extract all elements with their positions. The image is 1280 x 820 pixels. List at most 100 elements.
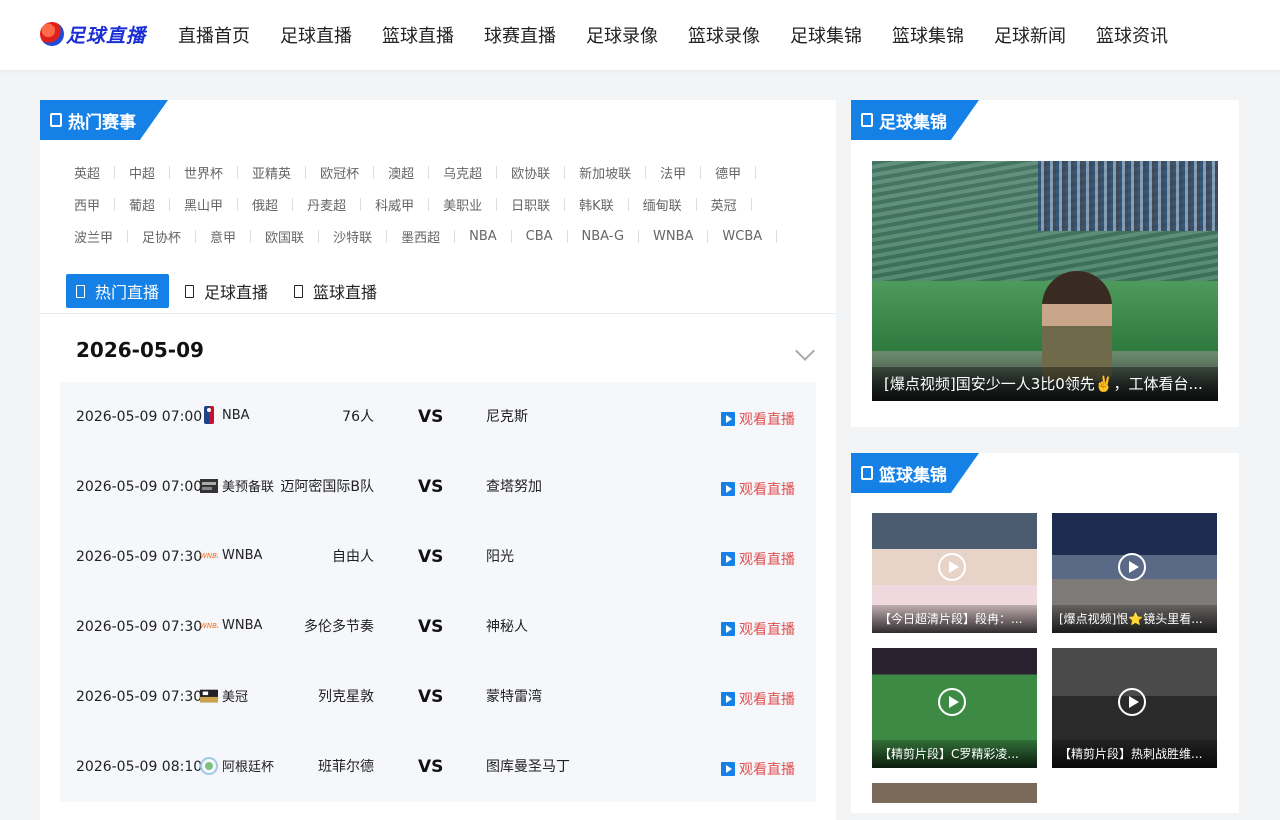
usl-badge-icon bbox=[200, 687, 218, 705]
nav-item-basketball-news[interactable]: 篮球资讯 bbox=[1096, 22, 1168, 48]
nav-item-football-highlights[interactable]: 足球集锦 bbox=[790, 22, 862, 48]
football-highlights-panel: 足球集锦 [爆点视频]国安少一人3比0领先✌️，工体看台... bbox=[851, 100, 1239, 427]
tab-hot-live[interactable]: 热门直播 bbox=[66, 274, 170, 308]
separator bbox=[237, 197, 239, 211]
watch-live-link[interactable]: 观看直播 bbox=[721, 619, 795, 639]
league-link[interactable]: 丹麦超 bbox=[307, 195, 375, 214]
league-link[interactable]: 法甲 bbox=[660, 163, 715, 182]
league-link[interactable]: 日职联 bbox=[511, 195, 579, 214]
league-link[interactable]: 黑山甲 bbox=[184, 195, 252, 214]
league-link[interactable]: 波兰甲 bbox=[74, 227, 142, 246]
play-icon[interactable] bbox=[1118, 688, 1146, 716]
nav-item-basketball-replay[interactable]: 篮球录像 bbox=[688, 22, 760, 48]
match-row[interactable]: 2026-05-09 07:30WNBAWNBA多伦多节奏VS神秘人观看直播 bbox=[60, 592, 816, 662]
nav-item-match-live[interactable]: 球赛直播 bbox=[484, 22, 556, 48]
nav-item-football-replay[interactable]: 足球录像 bbox=[586, 22, 658, 48]
league-link[interactable]: 沙特联 bbox=[333, 227, 401, 246]
tab-football-live[interactable]: 足球直播 bbox=[175, 274, 278, 308]
tab-basketball-live[interactable]: 篮球直播 bbox=[284, 274, 387, 308]
live-tabs: 热门直播 足球直播 篮球直播 bbox=[66, 274, 387, 308]
match-row[interactable]: 2026-05-09 07:00 美预备联 迈阿密国际B队 VS 查塔努加 观看直播 bbox=[60, 452, 816, 522]
tv-icon bbox=[76, 284, 85, 298]
watch-live-link[interactable]: 观看直播 bbox=[721, 549, 795, 569]
video-card[interactable]: 【今日超清片段】段冉：... bbox=[872, 513, 1037, 633]
separator bbox=[566, 229, 568, 243]
tv-icon bbox=[294, 284, 304, 298]
league-link[interactable]: NBA bbox=[469, 229, 526, 244]
video-caption: [爆点视频]国安少一人3比0领先✌️，工体看台... bbox=[872, 367, 1218, 401]
nav-item-live-home[interactable]: 直播首页 bbox=[178, 22, 250, 48]
league-link[interactable]: 亚精英 bbox=[252, 163, 320, 182]
league-link[interactable]: 墨西超 bbox=[401, 227, 469, 246]
league-link[interactable]: 世界杯 bbox=[184, 163, 252, 182]
play-icon[interactable] bbox=[938, 688, 966, 716]
play-icon[interactable] bbox=[1118, 553, 1146, 581]
league-link[interactable]: NBA-G bbox=[582, 229, 654, 244]
date-group-header[interactable]: 2026-05-09 bbox=[76, 338, 816, 372]
nav-item-football-news[interactable]: 足球新闻 bbox=[994, 22, 1066, 48]
league-link-label: 葡超 bbox=[129, 198, 156, 214]
league-link[interactable]: CBA bbox=[526, 229, 582, 244]
play-icon bbox=[721, 552, 735, 566]
video-card[interactable]: 【精剪片段】热刺战胜维... bbox=[1052, 648, 1217, 768]
league-link[interactable]: 中超 bbox=[129, 163, 184, 182]
nba-logo-icon bbox=[200, 406, 218, 424]
video-card[interactable] bbox=[872, 783, 1037, 803]
video-card[interactable]: 【精剪片段】C罗精彩凌... bbox=[872, 648, 1037, 768]
league-link[interactable]: 英超 bbox=[74, 163, 129, 182]
match-league: NBA bbox=[200, 406, 250, 424]
league-link[interactable]: 德甲 bbox=[715, 163, 770, 182]
vs-label: VS bbox=[418, 477, 444, 497]
separator bbox=[428, 165, 430, 179]
watch-live-link[interactable]: 观看直播 bbox=[721, 689, 795, 709]
league-link[interactable]: 欧协联 bbox=[511, 163, 579, 182]
league-link[interactable]: 新加坡联 bbox=[579, 163, 660, 182]
match-row[interactable]: 2026-05-09 07:00 NBA 76人 VS 尼克斯 观看直播 bbox=[60, 382, 816, 452]
league-link[interactable]: WNBA bbox=[653, 229, 722, 244]
league-link[interactable]: 英冠 bbox=[711, 195, 766, 214]
play-icon[interactable] bbox=[938, 553, 966, 581]
league-link[interactable]: 俄超 bbox=[252, 195, 307, 214]
league-link[interactable]: 澳超 bbox=[388, 163, 443, 182]
match-row[interactable]: 2026-05-09 07:30WNBAWNBA自由人VS阳光观看直播 bbox=[60, 522, 816, 592]
league-link-label: 黑山甲 bbox=[184, 198, 224, 214]
league-link[interactable]: 乌克超 bbox=[443, 163, 511, 182]
watch-live-link[interactable]: 观看直播 bbox=[721, 759, 795, 779]
svg-text:WNBA: WNBA bbox=[200, 552, 218, 560]
nav-item-basketball-live[interactable]: 篮球直播 bbox=[382, 22, 454, 48]
league-link[interactable]: 足协杯 bbox=[142, 227, 210, 246]
league-link-label: 沙特联 bbox=[333, 230, 373, 246]
league-link[interactable]: 意甲 bbox=[210, 227, 265, 246]
league-link[interactable]: 欧冠杯 bbox=[320, 163, 388, 182]
league-badge-icon bbox=[200, 477, 218, 495]
site-logo[interactable]: 足球直播 bbox=[40, 18, 146, 50]
tv-icon bbox=[185, 284, 195, 298]
watch-live-link[interactable]: 观看直播 bbox=[721, 479, 795, 499]
league-link-label: 俄超 bbox=[252, 198, 279, 214]
watch-live-link[interactable]: 观看直播 bbox=[721, 409, 795, 429]
chevron-down-icon[interactable] bbox=[795, 341, 815, 361]
league-link-label: 新加坡联 bbox=[579, 166, 632, 182]
video-caption: 【精剪片段】C罗精彩凌... bbox=[872, 740, 1037, 768]
ball-logo-icon bbox=[40, 22, 64, 46]
section-title-basketball-highlights: 篮球集锦 bbox=[851, 453, 979, 493]
video-icon bbox=[861, 466, 873, 480]
tab-label: 足球直播 bbox=[204, 283, 269, 302]
video-card[interactable]: [爆点视频]恨⭐镜头里看... bbox=[1052, 513, 1217, 633]
nav-item-basketball-highlights[interactable]: 篮球集锦 bbox=[892, 22, 964, 48]
league-link-label: 波兰甲 bbox=[74, 230, 114, 246]
nav-item-football-live[interactable]: 足球直播 bbox=[280, 22, 352, 48]
feature-video-card[interactable]: [爆点视频]国安少一人3比0领先✌️，工体看台... bbox=[872, 161, 1218, 401]
match-row[interactable]: 2026-05-09 08:10 阿根廷杯 班菲尔德 VS 图库曼圣马丁 观看直播 bbox=[60, 732, 816, 802]
league-link[interactable]: 葡超 bbox=[129, 195, 184, 214]
league-link[interactable]: WCBA bbox=[722, 229, 791, 244]
league-link[interactable]: 韩K联 bbox=[579, 195, 643, 214]
league-link[interactable]: 欧国联 bbox=[265, 227, 333, 246]
top-header: 足球直播 直播首页 足球直播 篮球直播 球赛直播 足球录像 篮球录像 足球集锦 … bbox=[0, 0, 1280, 70]
league-link[interactable]: 缅甸联 bbox=[643, 195, 711, 214]
league-link[interactable]: 科威甲 bbox=[375, 195, 443, 214]
league-link[interactable]: 西甲 bbox=[74, 195, 129, 214]
match-row[interactable]: 2026-05-09 07:30 美冠 列克星敦 VS 蒙特雷湾 观看直播 bbox=[60, 662, 816, 732]
separator bbox=[564, 197, 566, 211]
league-link[interactable]: 美职业 bbox=[443, 195, 511, 214]
